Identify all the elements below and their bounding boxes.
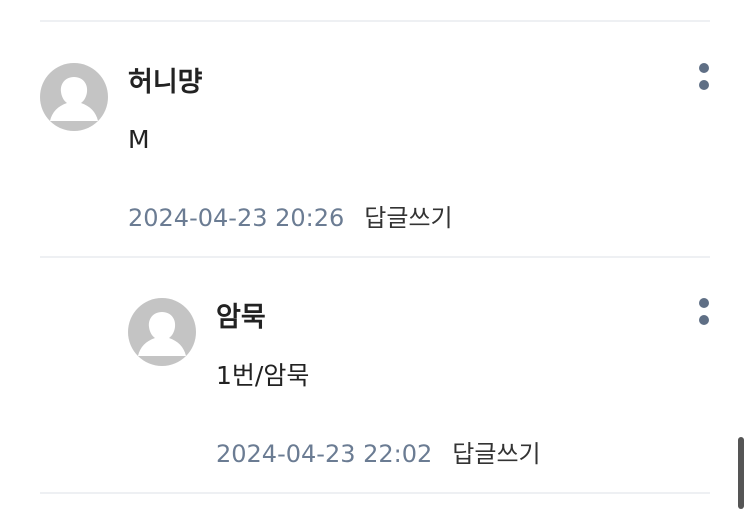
comment-divider bbox=[40, 492, 710, 494]
comment-author: 암묵 bbox=[216, 302, 266, 333]
comment-meta: 2024-04-23 22:02 답글쓰기 bbox=[216, 439, 541, 469]
avatar[interactable] bbox=[40, 63, 108, 131]
reply-comment-item: 암묵 1번/암묵 2024-04-23 22:02 답글쓰기 bbox=[0, 258, 750, 492]
more-vertical-icon[interactable] bbox=[697, 298, 711, 334]
comment-meta: 2024-04-23 20:26 답글쓰기 bbox=[128, 203, 453, 233]
comment-item: 허니먕 M 2024-04-23 20:26 답글쓰기 bbox=[0, 22, 750, 256]
default-profile-icon bbox=[128, 298, 196, 366]
comment-date: 2024-04-23 20:26 bbox=[128, 204, 345, 232]
scrollbar-thumb[interactable] bbox=[738, 437, 744, 509]
reply-button[interactable]: 답글쓰기 bbox=[452, 440, 540, 468]
comment-text: M bbox=[128, 125, 150, 154]
comment-text: 1번/암묵 bbox=[216, 361, 310, 390]
more-vertical-icon[interactable] bbox=[697, 63, 711, 99]
default-profile-icon bbox=[40, 63, 108, 131]
comment-list: 허니먕 M 2024-04-23 20:26 답글쓰기 암묵 1번/암묵 2024… bbox=[0, 0, 750, 509]
avatar[interactable] bbox=[128, 298, 196, 366]
comment-author: 허니먕 bbox=[128, 67, 203, 98]
reply-button[interactable]: 답글쓰기 bbox=[364, 204, 452, 232]
comment-date: 2024-04-23 22:02 bbox=[216, 440, 433, 468]
